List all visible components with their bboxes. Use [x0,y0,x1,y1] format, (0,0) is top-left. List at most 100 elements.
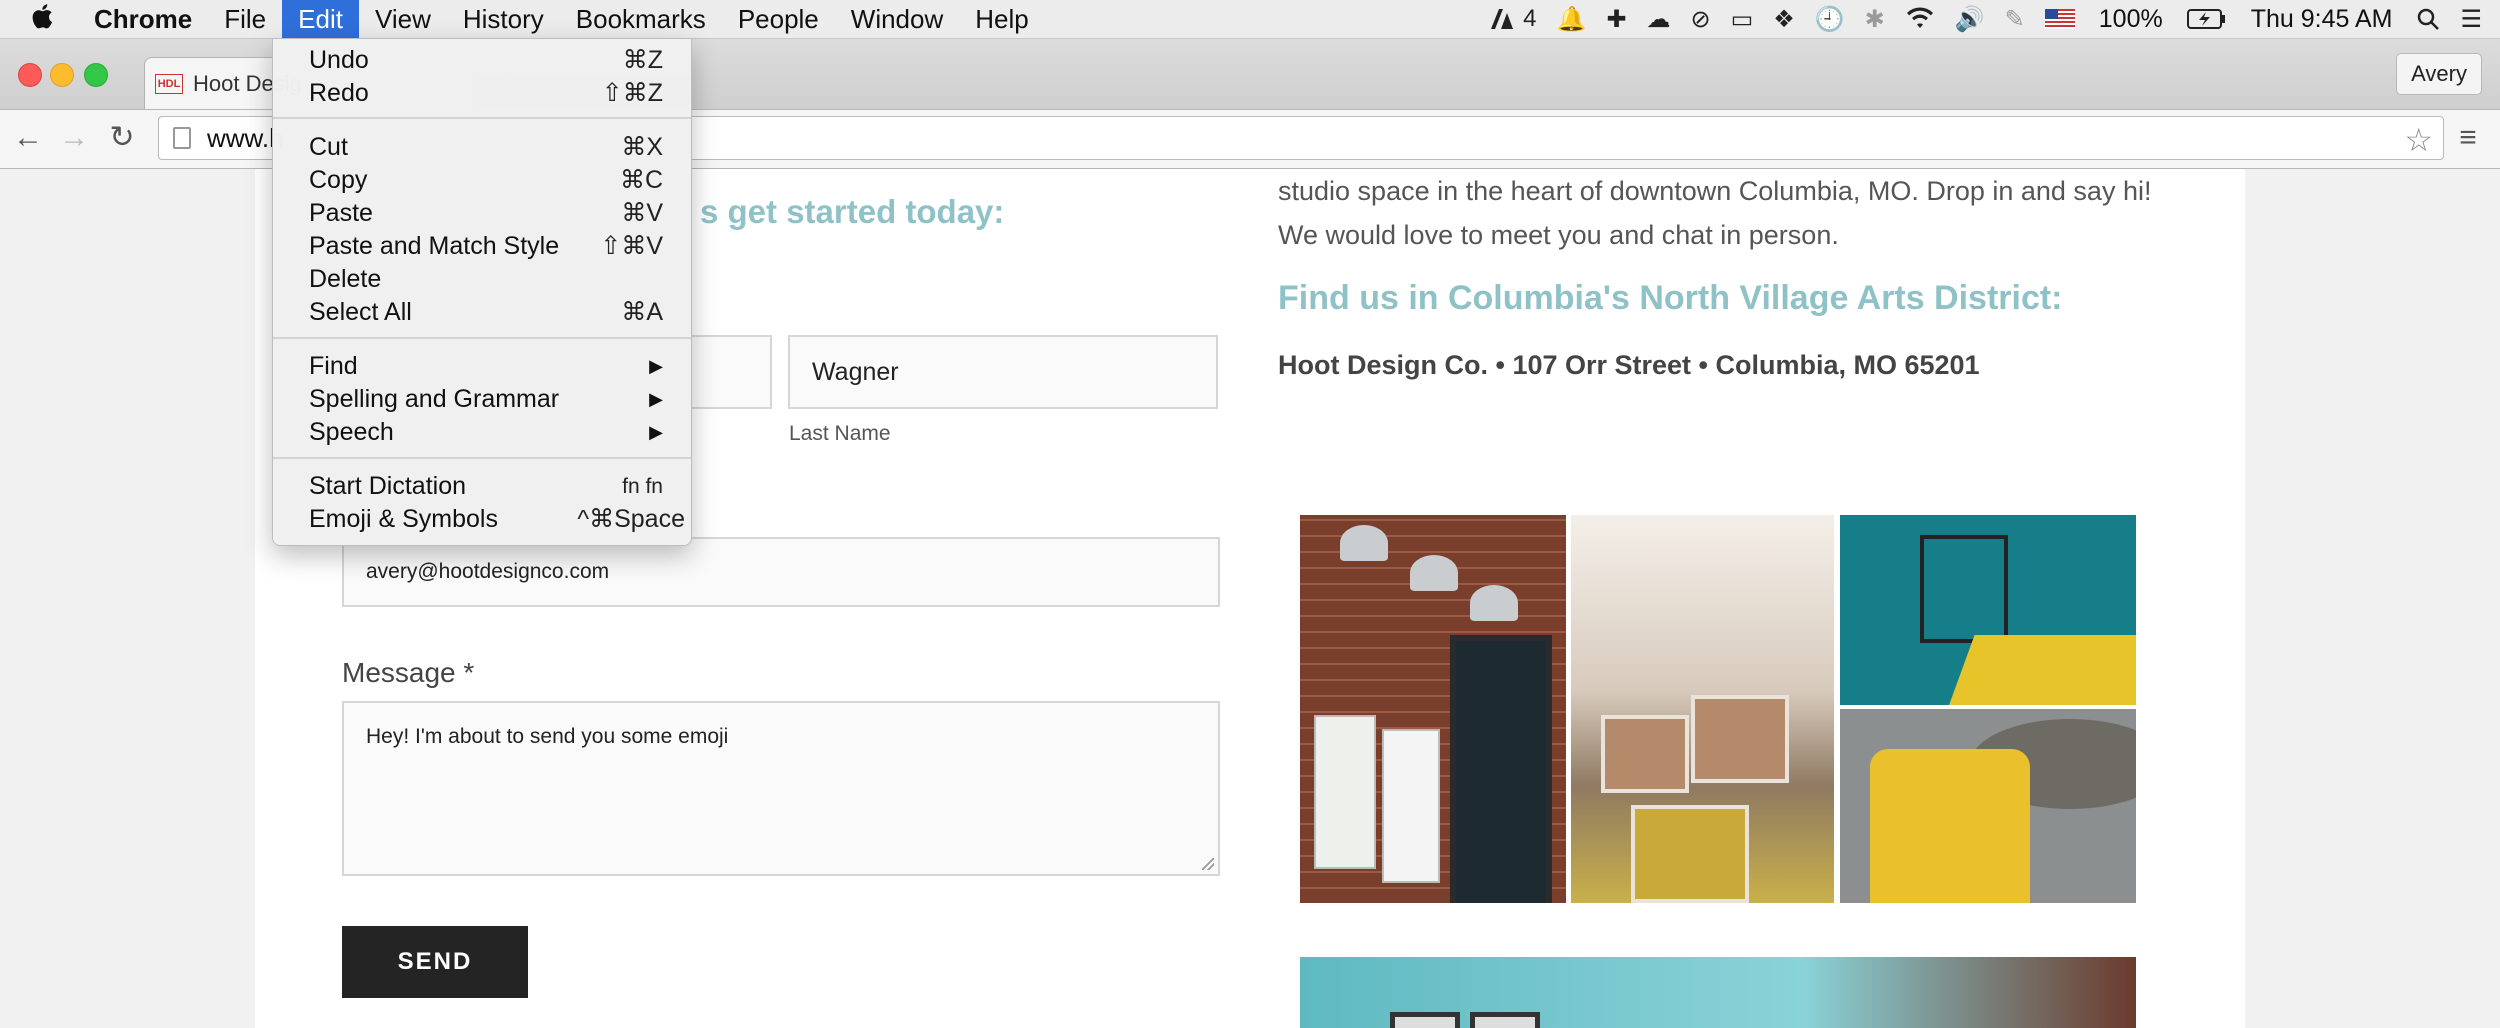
menu-item-emoji-symbols[interactable]: Emoji & Symbols ^⌘Space [273,503,691,536]
wifi-icon[interactable] [1905,7,1935,31]
menu-item-start-dictation[interactable]: Start Dictation fn fn [273,470,691,503]
status-area: 4 🔔 ✚ ☁ ⊘ ▭ ❖ 🕘 ✱ 🔊 ✎ 100% Thu 9:45 AM ☰ [1479,0,2500,38]
frame-shape [1470,1012,1540,1028]
menu-item-label: Select All [309,298,412,326]
submenu-arrow-icon: ▶ [649,356,663,376]
last-name-label: Last Name [789,422,891,445]
back-arrow-icon[interactable]: ← [10,120,46,156]
menu-item-label: Paste [309,199,373,227]
menu-item-shortcut: ⌘X [621,133,663,161]
menu-item-undo[interactable]: Undo ⌘Z [273,44,691,77]
apple-menu-icon[interactable] [22,3,62,36]
yellow-table-shape [1945,635,2136,705]
lamp-shape [1410,555,1458,591]
menu-help[interactable]: Help [959,0,1044,38]
menu-item-label: Spelling and Grammar [309,385,560,413]
window-icon[interactable]: ▭ [1731,5,1754,34]
chrome-menu-icon[interactable]: ≡ [2450,120,2486,156]
photo-yellow-chairs[interactable] [1840,709,2136,903]
profile-button[interactable]: Avery [2396,53,2482,95]
menu-bookmarks[interactable]: Bookmarks [560,0,722,38]
menu-item-shortcut: fn fn [622,475,663,498]
photo-teal-room[interactable] [1300,957,2136,1028]
dropbox-icon[interactable]: ❖ [1773,5,1795,34]
message-textarea[interactable]: Hey! I'm about to send you some emoji [342,701,1220,876]
menu-item-paste-match-style[interactable]: Paste and Match Style ⇧⌘V [273,230,691,263]
photo-chandelier[interactable] [1571,515,1834,903]
notification-center-icon[interactable]: ☰ [2460,5,2482,34]
send-button[interactable]: SEND [342,926,528,998]
menu-item-shortcut: ⌘A [621,298,663,326]
menu-item-shortcut: ⇧⌘Z [601,79,663,107]
clock[interactable]: Thu 9:45 AM [2251,5,2393,34]
menu-file[interactable]: File [208,0,282,38]
menu-edit[interactable]: Edit [282,0,359,38]
time-machine-icon[interactable]: 🕘 [1815,5,1845,34]
volume-icon[interactable]: 🔊 [1955,5,1985,34]
menu-item-redo[interactable]: Redo ⇧⌘Z [273,77,691,110]
sign-shape [1382,729,1440,883]
menu-item-delete[interactable]: Delete [273,263,691,296]
menu-item-label: Delete [309,265,382,293]
battery-icon[interactable] [2186,8,2227,30]
adobe-count: 4 [1523,5,1537,32]
menu-item-shortcut: ⌘C [619,166,663,194]
studio-address: Hoot Design Co. • 107 Orr Street • Colum… [1278,350,1980,380]
photo-brick-storefront[interactable] [1300,515,1566,903]
menu-item-label: Emoji & Symbols [309,505,498,533]
menu-item-paste[interactable]: Paste ⌘V [273,197,691,230]
menu-separator [273,337,691,339]
sign-shape [1314,715,1376,869]
spotlight-search-icon[interactable] [2416,7,2440,31]
close-window-button[interactable] [18,63,42,87]
resize-grip-icon[interactable] [1202,858,1214,870]
menu-item-cut[interactable]: Cut ⌘X [273,131,691,164]
minimize-window-button[interactable] [50,63,74,87]
forward-arrow-icon[interactable]: → [56,120,92,156]
bluetooth-icon[interactable]: ✱ [1865,5,1885,34]
menu-item-label: Copy [309,166,368,194]
frame-shape [1631,805,1749,903]
battery-percent: 100% [2098,4,2163,33]
message-label: Message * [342,657,475,688]
zoom-window-button[interactable] [84,63,108,87]
menu-item-speech[interactable]: Speech ▶ [273,416,691,449]
menu-window[interactable]: Window [835,0,959,38]
menu-separator [273,117,691,119]
photo-display-stand[interactable] [1840,515,2136,705]
lamp-shape [1470,585,1518,621]
mac-menu-bar: Chrome File Edit View History Bookmarks … [0,0,2500,39]
submenu-arrow-icon: ▶ [649,389,663,409]
sync-icon[interactable]: ⊘ [1690,5,1710,34]
menu-view[interactable]: View [359,0,447,38]
pen-icon[interactable]: ✎ [2005,5,2025,34]
menu-chrome[interactable]: Chrome [78,0,208,38]
site-favicon: HDL [155,73,183,94]
plus-cross-icon[interactable]: ✚ [1606,5,1626,34]
flag-us-icon[interactable] [2044,9,2075,29]
menu-item-select-all[interactable]: Select All ⌘A [273,296,691,329]
menu-item-spelling-grammar[interactable]: Spelling and Grammar ▶ [273,383,691,416]
reload-icon[interactable]: ↻ [104,120,140,156]
menu-separator [273,457,691,459]
menu-item-label: Start Dictation [309,472,467,500]
bookmark-star-icon[interactable]: ☆ [2404,121,2433,159]
lamp-shape [1340,525,1388,561]
menu-item-shortcut: ^⌘Space [577,505,685,533]
menu-item-copy[interactable]: Copy ⌘C [273,164,691,197]
last-name-input[interactable]: Wagner [788,335,1218,409]
creative-cloud-icon[interactable]: ☁ [1646,5,1670,34]
email-input[interactable]: avery@hootdesignco.com [342,537,1220,607]
frame-shape [1390,1012,1460,1028]
menu-item-shortcut: ⇧⌘V [600,232,663,260]
menu-item-label: Redo [309,79,369,107]
adobe-icon[interactable]: 4 [1489,5,1536,33]
menu-people[interactable]: People [722,0,835,38]
first-name-input[interactable] [680,335,772,409]
menu-item-find[interactable]: Find ▶ [273,350,691,383]
menu-history[interactable]: History [447,0,560,38]
menu-item-shortcut: ⌘V [621,199,663,227]
notification-bell-icon[interactable]: 🔔 [1556,5,1586,34]
form-heading: s get started today: [700,193,1005,230]
find-us-heading: Find us in Columbia's North Village Arts… [1278,279,2063,317]
